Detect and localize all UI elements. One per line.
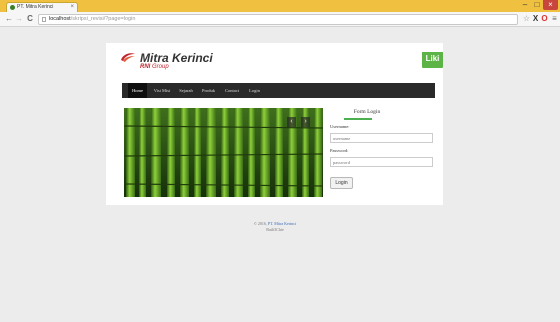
login-form: Form Login Username: Password: Login: [328, 109, 436, 189]
login-title-underline: [344, 118, 372, 120]
page-container: Mitra Kerinci RNI Group Liki Home Visi M…: [106, 43, 443, 205]
mitra-logo-icon: [121, 53, 135, 62]
username-label: Username:: [330, 124, 350, 129]
nav-item-contact[interactable]: Contact: [222, 83, 242, 98]
logo-subtitle: RNI Group: [140, 64, 169, 70]
forward-icon[interactable]: →: [14, 14, 24, 24]
footer-copyright: © 2016,: [253, 221, 267, 226]
minimize-icon[interactable]: –: [520, 0, 530, 10]
browser-tab[interactable]: PT. Mitra Kerinci ×: [6, 2, 78, 12]
reload-icon[interactable]: C: [25, 14, 35, 24]
nav-item-visi-misi[interactable]: Visi Misi: [151, 83, 173, 98]
nav-item-home[interactable]: Home: [128, 83, 147, 98]
liki-label: Liki: [425, 54, 440, 63]
slider-prev-icon[interactable]: ‹: [287, 117, 296, 127]
nav-item-produk[interactable]: Produk: [199, 83, 218, 98]
address-bar[interactable]: localhost/skripsi_revisi/?page=login: [38, 14, 518, 25]
logo-sub-bold: RNI: [140, 64, 151, 70]
back-icon[interactable]: ←: [4, 14, 14, 24]
logo-text: Mitra Kerinci: [140, 51, 213, 65]
slider-next-icon[interactable]: ›: [301, 117, 310, 127]
footer-built-with: Built3Chie: [266, 227, 284, 232]
footer-company-link[interactable]: PT. Mitra Kerinci: [268, 221, 296, 226]
page-icon: [42, 17, 46, 22]
maximize-icon[interactable]: □: [532, 0, 542, 10]
nav-item-sejarah[interactable]: Sejarah: [176, 83, 196, 98]
liki-logo: Liki: [422, 48, 443, 68]
username-input[interactable]: [330, 133, 433, 143]
extension-x-icon[interactable]: X: [531, 14, 540, 24]
logo-sub-rest: Group: [150, 64, 169, 70]
page-footer: © 2016, PT. Mitra Kerinci Built3Chie: [200, 221, 350, 233]
browser-titlebar: PT. Mitra Kerinci × – □ ×: [0, 0, 560, 12]
password-input[interactable]: [330, 157, 433, 167]
url-host: localhost: [49, 16, 71, 22]
browser-toolbar: ← → C localhost/skripsi_revisi/?page=log…: [0, 12, 560, 27]
password-label: Password:: [330, 148, 349, 153]
url-path: /skripsi_revisi/?page=login: [70, 16, 136, 22]
login-button[interactable]: Login: [330, 177, 353, 189]
main-navbar: Home Visi Misi Sejarah Produk Contact Lo…: [122, 83, 435, 98]
tab-close-icon[interactable]: ×: [70, 3, 74, 12]
favicon-icon: [10, 5, 15, 10]
window-close-icon[interactable]: ×: [543, 0, 558, 10]
extension-opera-icon[interactable]: O: [540, 14, 549, 24]
tab-title: PT. Mitra Kerinci: [17, 4, 54, 10]
login-title: Form Login: [353, 109, 381, 115]
nav-item-login[interactable]: Login: [246, 83, 263, 98]
browser-menu-icon[interactable]: ≡: [550, 14, 559, 24]
liki-tip-icon: [422, 48, 443, 52]
bookmark-star-icon[interactable]: ☆: [522, 14, 531, 24]
